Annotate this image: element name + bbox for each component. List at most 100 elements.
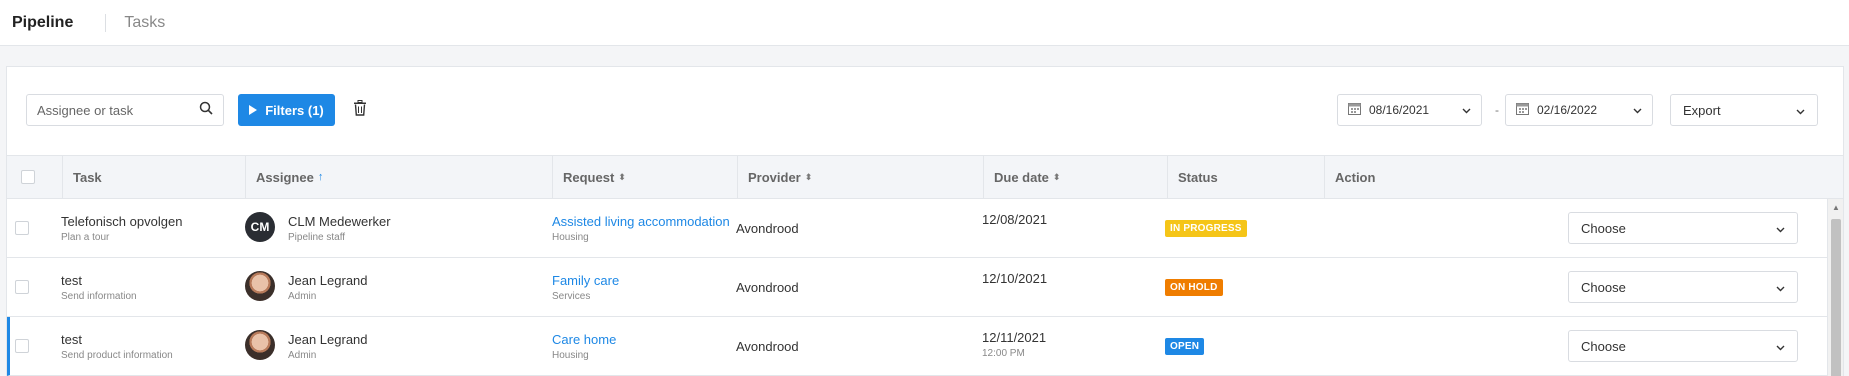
chevron-down-icon <box>1796 103 1805 118</box>
due-date-cell: 12/08/2021 <box>982 199 1047 257</box>
vertical-scrollbar[interactable]: ▲ <box>1827 199 1843 376</box>
avatar: CM <box>245 212 275 242</box>
chevron-down-icon <box>1776 221 1785 236</box>
tab-divider <box>105 13 107 32</box>
status-badge: OPEN <box>1165 337 1205 355</box>
due-date-cell: 12/11/2021 12:00 PM <box>982 317 1046 375</box>
header-action: Action <box>1324 156 1843 198</box>
export-label: Export <box>1683 102 1721 118</box>
task-subtitle: Send product information <box>61 349 173 361</box>
avatar <box>245 271 275 301</box>
sort-icon: ⬍ <box>618 171 626 182</box>
export-dropdown[interactable]: Export <box>1670 94 1818 126</box>
task-subtitle: Send information <box>61 290 137 302</box>
assignee-role: Pipeline staff <box>288 231 346 243</box>
avatar <box>245 330 275 360</box>
date-to-picker[interactable]: 02/16/2022 <box>1505 94 1653 126</box>
request-link[interactable]: Family care <box>552 273 619 288</box>
date-from-picker[interactable]: 08/16/2021 <box>1337 94 1482 126</box>
table-row[interactable]: Telefonisch opvolgen Plan a tour CM CLM … <box>7 199 1827 258</box>
due-time: 12:00 PM <box>982 348 1025 359</box>
action-select-value: Choose <box>1581 220 1626 236</box>
action-select-value: Choose <box>1581 279 1626 295</box>
status-cell: ON HOLD <box>1165 258 1223 316</box>
status-badge: ON HOLD <box>1165 278 1223 296</box>
row-checkbox[interactable] <box>15 280 29 294</box>
action-select[interactable]: Choose <box>1568 271 1798 303</box>
date-to-value: 02/16/2022 <box>1537 103 1598 117</box>
task-name: test <box>61 272 82 288</box>
status-badge: IN PROGRESS <box>1165 219 1247 237</box>
search-placeholder: Assignee or task <box>37 102 134 118</box>
row-select-cell <box>15 317 29 375</box>
request-category: Housing <box>552 231 589 243</box>
header-request-label: Request <box>563 169 615 185</box>
assignee-role: Admin <box>288 349 317 361</box>
header-action-label: Action <box>1335 169 1376 185</box>
request-link[interactable]: Care home <box>552 332 616 347</box>
task-cell: Telefonisch opvolgen Plan a tour <box>61 199 182 257</box>
provider-name: Avondrood <box>736 338 799 354</box>
table-header: Task Assignee ↑ Request ⬍ Provider ⬍ Due… <box>7 155 1843 199</box>
select-all-cell <box>7 156 62 198</box>
tab-pipeline[interactable]: Pipeline <box>12 14 73 32</box>
action-select[interactable]: Choose <box>1568 212 1798 244</box>
row-select-cell <box>15 258 29 316</box>
chevron-down-icon <box>1776 280 1785 295</box>
chevron-down-icon <box>1776 339 1785 354</box>
assignee-name: CLM Medewerker <box>288 213 391 229</box>
date-from-value: 08/16/2021 <box>1369 103 1430 117</box>
assignee-cell: Jean Legrand Admin <box>288 317 368 375</box>
request-category: Housing <box>552 349 589 361</box>
header-due-date[interactable]: Due date ⬍ <box>983 156 1167 198</box>
request-link[interactable]: Assisted living accommodation <box>552 214 730 229</box>
search-icon[interactable] <box>199 101 213 120</box>
table-row[interactable]: test Send product information Jean Legra… <box>7 317 1827 376</box>
header-provider[interactable]: Provider ⬍ <box>737 156 983 198</box>
due-date: 12/10/2021 <box>982 271 1048 286</box>
header-due-date-label: Due date <box>994 169 1049 185</box>
filters-button[interactable]: Filters (1) <box>238 94 335 126</box>
header-status-label: Status <box>1178 169 1218 185</box>
action-select-value: Choose <box>1581 338 1626 354</box>
play-icon <box>249 103 258 118</box>
provider-name: Avondrood <box>736 279 799 295</box>
assignee-role: Admin <box>288 290 317 302</box>
chevron-down-icon <box>1462 103 1471 117</box>
scrollbar-thumb[interactable] <box>1831 219 1841 376</box>
sort-asc-icon: ↑ <box>317 171 324 183</box>
assignee-name: Jean Legrand <box>288 272 368 288</box>
row-checkbox[interactable] <box>15 221 29 235</box>
top-navigation: Pipeline Tasks <box>0 0 1849 46</box>
task-name: test <box>61 331 82 347</box>
calendar-icon <box>1516 102 1529 118</box>
sort-icon: ⬍ <box>804 171 813 182</box>
pipeline-card: Assignee or task Filters (1) 08/16/2021 … <box>6 66 1844 376</box>
task-name: Telefonisch opvolgen <box>61 213 183 229</box>
tab-tasks[interactable]: Tasks <box>124 14 165 32</box>
task-cell: test Send information <box>61 258 137 316</box>
request-cell: Assisted living accommodation Housing <box>552 199 730 257</box>
status-cell: OPEN <box>1165 317 1205 375</box>
header-task: Task <box>62 156 245 198</box>
date-separator: - <box>1495 103 1499 117</box>
search-input[interactable]: Assignee or task <box>26 94 224 126</box>
task-cell: test Send product information <box>61 317 173 375</box>
provider-cell: Avondrood <box>736 258 799 316</box>
header-request[interactable]: Request ⬍ <box>552 156 737 198</box>
scroll-up-icon[interactable]: ▲ <box>1832 203 1840 212</box>
due-date-cell: 12/10/2021 <box>982 258 1047 316</box>
header-status: Status <box>1167 156 1324 198</box>
provider-name: Avondrood <box>736 220 799 236</box>
action-select[interactable]: Choose <box>1568 330 1798 362</box>
header-assignee[interactable]: Assignee ↑ <box>245 156 552 198</box>
header-task-label: Task <box>73 169 102 185</box>
trash-icon[interactable] <box>353 100 367 121</box>
status-cell: IN PROGRESS <box>1165 199 1247 257</box>
chevron-down-icon <box>1633 103 1642 117</box>
request-cell: Family care Services <box>552 258 619 316</box>
row-checkbox[interactable] <box>15 339 29 353</box>
header-assignee-label: Assignee <box>256 169 314 185</box>
select-all-checkbox[interactable] <box>21 170 35 184</box>
table-row[interactable]: test Send information Jean Legrand Admin… <box>7 258 1827 317</box>
